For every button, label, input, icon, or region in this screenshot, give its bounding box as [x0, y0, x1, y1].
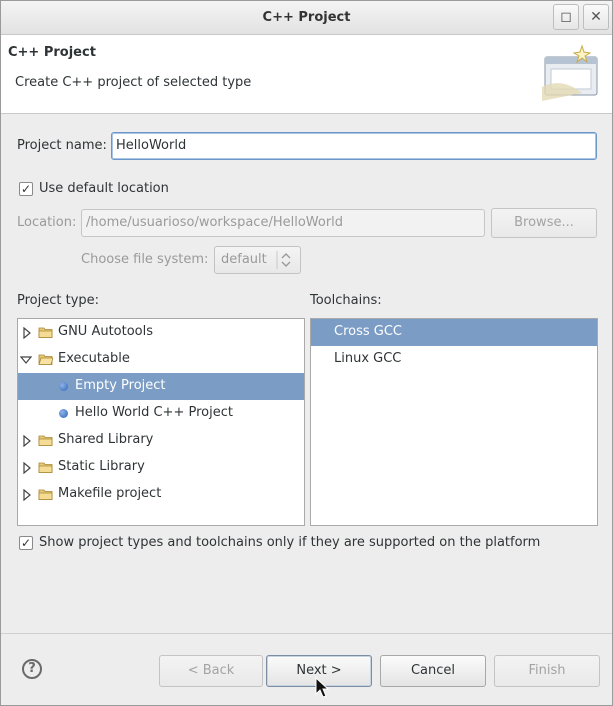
use-default-location-checkbox[interactable]: ✓ — [19, 182, 33, 196]
tree-item-label: Executable — [58, 351, 130, 366]
toolchain-item-cross-gcc[interactable]: Cross GCC — [311, 319, 597, 346]
toolchain-item-linux-gcc[interactable]: Linux GCC — [311, 346, 597, 373]
folder-icon — [38, 489, 53, 500]
toolchains-list[interactable]: Cross GCC Linux GCC — [310, 318, 598, 526]
tree-item-empty-project[interactable]: Empty Project — [18, 373, 304, 400]
tree-item-static-library[interactable]: Static Library — [18, 454, 304, 481]
folder-icon — [38, 327, 53, 338]
expand-arrow-icon[interactable] — [22, 462, 32, 474]
expand-arrow-icon[interactable] — [22, 489, 32, 501]
browse-button[interactable]: Browse... — [491, 208, 597, 238]
project-name-label: Project name: — [17, 138, 107, 153]
tree-item-label: Shared Library — [58, 432, 154, 447]
wizard-page-title: C++ Project — [8, 45, 96, 60]
file-system-combo[interactable]: default — [214, 246, 301, 274]
project-type-label: Project type: — [17, 293, 100, 308]
checkmark-icon: ✓ — [20, 536, 32, 550]
tree-item-executable[interactable]: Executable — [18, 346, 304, 373]
restore-window-button[interactable]: ◻ — [553, 4, 579, 30]
close-icon: ✕ — [590, 9, 602, 25]
button-bar-separator — [1, 633, 612, 634]
title-bar[interactable]: C++ Project ◻ ✕ — [1, 1, 612, 35]
finish-button[interactable]: Finish — [494, 655, 600, 687]
folder-open-icon — [38, 354, 53, 365]
spinner-arrows-icon — [276, 251, 291, 269]
close-window-button[interactable]: ✕ — [583, 4, 609, 30]
location-label: Location: — [17, 215, 77, 230]
folder-icon — [38, 462, 53, 473]
project-template-icon — [59, 409, 68, 418]
mouse-cursor-icon — [315, 677, 329, 698]
wizard-banner: C++ Project Create C++ project of select… — [1, 35, 612, 114]
tree-item-gnu-autotools[interactable]: GNU Autotools — [18, 319, 304, 346]
expand-arrow-icon[interactable] — [22, 327, 32, 339]
tree-item-label: Static Library — [58, 459, 145, 474]
expand-arrow-icon[interactable] — [22, 435, 32, 447]
project-name-input[interactable]: HelloWorld — [111, 132, 597, 160]
use-default-location-label: Use default location — [39, 181, 169, 196]
back-button[interactable]: < Back — [159, 655, 263, 687]
tree-item-label: Hello World C++ Project — [75, 405, 233, 420]
checkmark-icon: ✓ — [20, 182, 32, 196]
folder-icon — [38, 435, 53, 446]
tree-item-label: GNU Autotools — [58, 324, 154, 339]
tree-item-label: Makefile project — [58, 486, 162, 501]
file-system-label: Choose file system: — [81, 252, 209, 267]
tree-item-hello-world-project[interactable]: Hello World C++ Project — [18, 400, 304, 427]
tree-item-makefile-project[interactable]: Makefile project — [18, 481, 304, 508]
file-system-value: default — [221, 252, 267, 267]
tree-item-shared-library[interactable]: Shared Library — [18, 427, 304, 454]
toolchains-label: Toolchains: — [310, 293, 382, 308]
show-supported-only-label: Show project types and toolchains only i… — [39, 535, 541, 550]
window-title: C++ Project — [262, 10, 351, 25]
project-template-icon — [59, 382, 68, 391]
restore-icon: ◻ — [560, 9, 572, 25]
collapse-arrow-icon[interactable] — [20, 355, 32, 365]
toolchain-label: Linux GCC — [334, 351, 402, 366]
show-supported-only-checkbox[interactable]: ✓ — [19, 536, 33, 550]
help-button[interactable]: ? — [22, 659, 42, 679]
wizard-page-description: Create C++ project of selected type — [15, 75, 252, 90]
new-project-wizard-icon — [542, 44, 598, 101]
cancel-button[interactable]: Cancel — [380, 655, 486, 687]
tree-item-label: Empty Project — [75, 378, 166, 393]
toolchain-label: Cross GCC — [334, 324, 402, 339]
location-input[interactable]: /home/usuarioso/workspace/HelloWorld — [81, 209, 485, 237]
help-icon: ? — [28, 661, 36, 676]
cpp-project-dialog: C++ Project ◻ ✕ C++ Project Create C++ p… — [0, 0, 613, 706]
project-type-tree[interactable]: GNU Autotools Executable Empty Project H… — [17, 318, 305, 526]
